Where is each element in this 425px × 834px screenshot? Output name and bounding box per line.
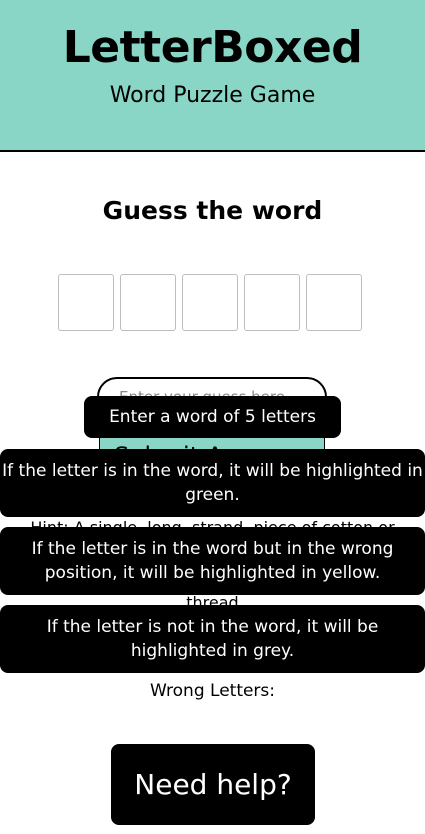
app-header: LetterBoxed Word Puzzle Game xyxy=(0,0,425,152)
toast-word-length: Enter a word of 5 letters xyxy=(84,396,341,438)
toast-grey-rule: If the letter is not in the word, it wil… xyxy=(0,605,425,673)
app-title: LetterBoxed xyxy=(62,22,363,73)
letter-tile-3 xyxy=(182,274,238,331)
letter-tile-4 xyxy=(244,274,300,331)
letter-tile-1 xyxy=(58,274,114,331)
toast-yellow-rule: If the letter is in the word but in the … xyxy=(0,527,425,595)
page-title: Guess the word xyxy=(102,196,323,225)
letter-tile-5 xyxy=(306,274,362,331)
wrong-letters-label: Wrong Letters: xyxy=(149,681,276,701)
toast-green-rule: If the letter is in the word, it will be… xyxy=(0,449,425,517)
need-help-button[interactable]: Need help? xyxy=(111,744,315,825)
letter-tile-2 xyxy=(120,274,176,331)
app-subtitle: Word Puzzle Game xyxy=(109,83,316,108)
